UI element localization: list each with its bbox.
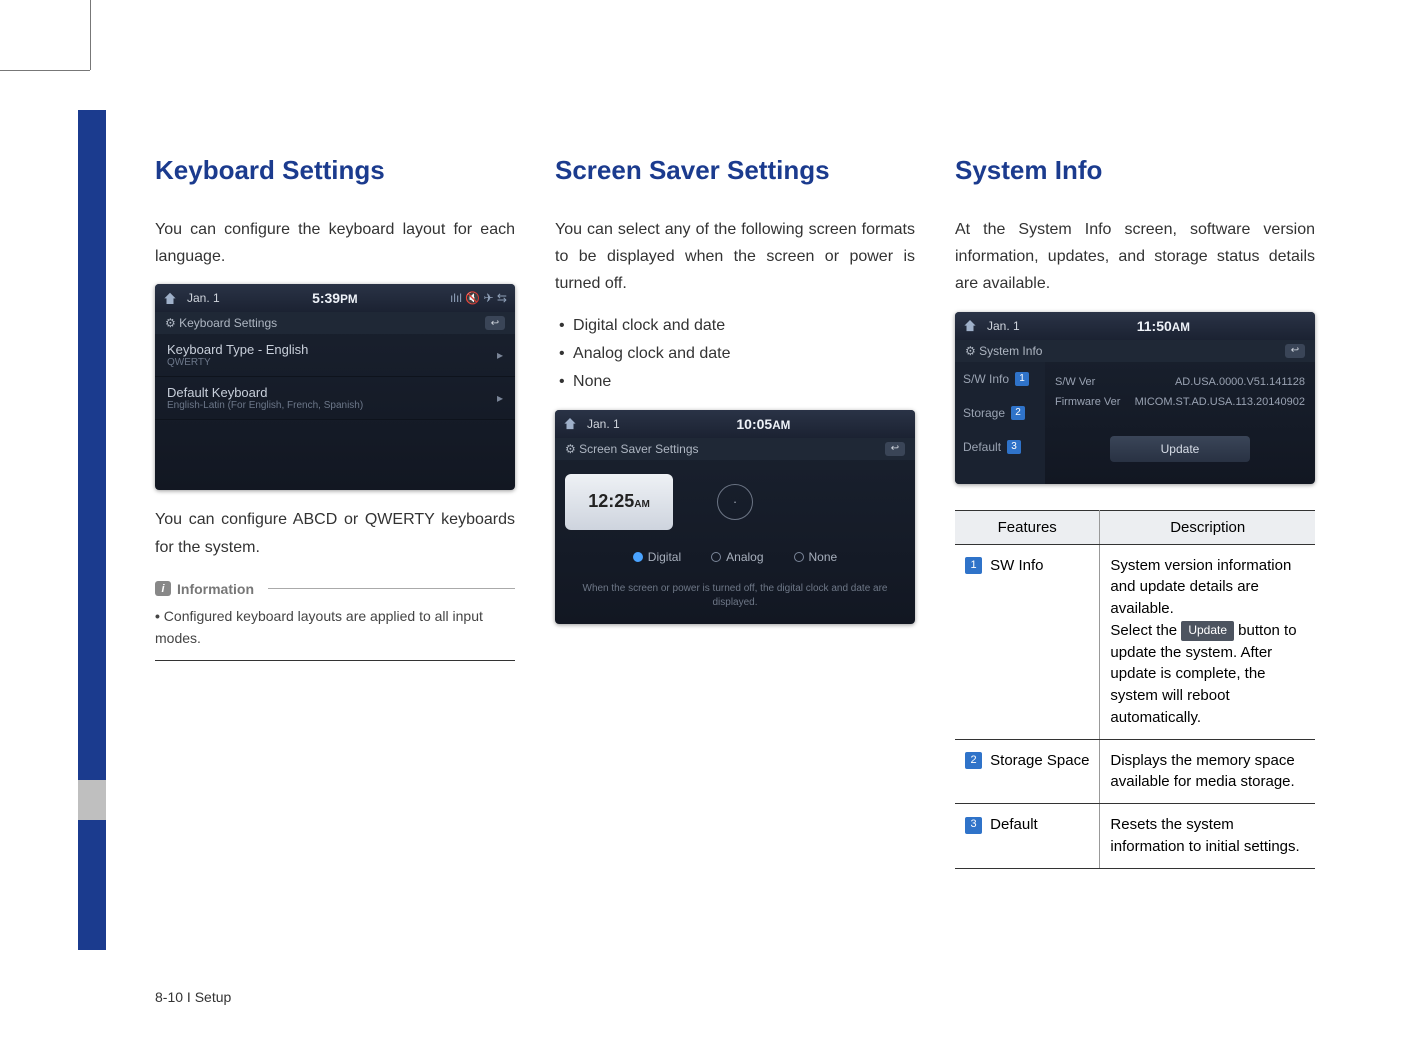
row-keyboard-type[interactable]: Keyboard Type - English QWERTY ▸ <box>155 334 515 377</box>
crop-mark-vertical <box>90 0 91 70</box>
gear-icon: Screen Saver Settings <box>565 442 699 456</box>
number-badge-2: 2 <box>965 752 982 769</box>
titlebar: Jan. 1 11:50AM <box>955 312 1315 340</box>
list-item: Digital clock and date <box>559 312 915 340</box>
screensaver-option-list: Digital clock and date Analog clock and … <box>559 312 915 396</box>
column-screen-saver: Screen Saver Settings You can select any… <box>555 155 915 955</box>
list-item: Analog clock and date <box>559 340 915 368</box>
tab-storage[interactable]: Storage2 <box>955 396 1045 430</box>
heading-system-info: System Info <box>955 155 1315 186</box>
update-button[interactable]: Update <box>1110 436 1250 462</box>
screenshot-screen-saver: Jan. 1 10:05AM Screen Saver Settings ↩ 1… <box>555 410 915 624</box>
system-info-panel: S/W Ver AD.USA.0000.V51.141128 Firmware V… <box>1045 362 1315 484</box>
page-footer: 8-10 I Setup <box>155 989 231 1005</box>
radio-digital[interactable]: Digital <box>633 550 681 564</box>
number-badge-3: 3 <box>965 817 982 834</box>
tab-default[interactable]: Default3 <box>955 430 1045 464</box>
th-description: Description <box>1100 510 1315 544</box>
th-features: Features <box>955 510 1100 544</box>
option-digital-preview[interactable]: 12:25AM <box>565 474 673 530</box>
kv-key: Firmware Ver <box>1055 396 1120 408</box>
home-icon <box>963 319 977 333</box>
paragraph-keyboard-intro: You can configure the keyboard layout fo… <box>155 216 515 270</box>
heading-screen-saver: Screen Saver Settings <box>555 155 915 186</box>
row-label: Keyboard Type - English <box>167 342 308 357</box>
titlebar-time: 11:50AM <box>1137 318 1190 334</box>
column-system-info: System Info At the System Info screen, s… <box>955 155 1315 955</box>
feature-description: Resets the system information to initial… <box>1100 804 1315 869</box>
row-sublabel: English-Latin (For English, French, Span… <box>167 400 363 411</box>
feature-description: Displays the memory space available for … <box>1100 739 1315 804</box>
column-keyboard-settings: Keyboard Settings You can configure the … <box>155 155 515 955</box>
paragraph-keyboard-abcd: You can configure ABCD or QWERTY keyboar… <box>155 506 515 560</box>
row-sublabel: QWERTY <box>167 357 308 368</box>
page-content: Keyboard Settings You can configure the … <box>155 155 1315 955</box>
home-icon <box>163 291 177 305</box>
info-icon: i <box>155 581 171 596</box>
row-default-keyboard[interactable]: Default Keyboard English-Latin (For Engl… <box>155 377 515 420</box>
feature-label: 2 Storage Space <box>955 739 1100 804</box>
page-side-bar-tab <box>78 780 106 820</box>
information-block: i Information • Configured keyboard layo… <box>155 581 515 661</box>
titlebar-time: 10:05AM <box>736 416 790 432</box>
kv-value: AD.USA.0000.V51.141128 <box>1175 376 1305 388</box>
number-badge-1: 1 <box>965 557 982 574</box>
screen-subtitle-bar: Keyboard Settings ↩ <box>155 312 515 334</box>
titlebar: Jan. 1 10:05AM <box>555 410 915 438</box>
table-row: 2 Storage Space Displays the memory spac… <box>955 739 1315 804</box>
status-icons: ılıl 🔇 ✈ ⇆ <box>450 291 507 305</box>
screensaver-note: When the screen or power is turned off, … <box>555 574 915 624</box>
feature-description: System version information and update de… <box>1100 544 1315 739</box>
feature-label: 1 SW Info <box>955 544 1100 739</box>
kv-value: MICOM.ST.AD.USA.113.20140902 <box>1135 396 1305 408</box>
kv-key: S/W Ver <box>1055 376 1095 388</box>
crop-mark-horizontal <box>0 70 90 71</box>
titlebar-time: 5:39PM <box>312 290 358 306</box>
table-row: 1 SW Info System version information and… <box>955 544 1315 739</box>
row-label: Default Keyboard <box>167 385 267 400</box>
update-chip: Update <box>1181 621 1234 640</box>
clock-icon: · <box>717 484 753 520</box>
features-table: Features Description 1 SW Info System ve… <box>955 510 1315 869</box>
list-item: None <box>559 368 915 396</box>
titlebar-date: Jan. 1 <box>987 319 1020 333</box>
back-icon[interactable]: ↩ <box>885 442 905 456</box>
screenshot-system-info: Jan. 1 11:50AM System Info ↩ S/W Info1 S… <box>955 312 1315 484</box>
page-side-bar <box>78 110 106 950</box>
screen-subtitle-bar: System Info ↩ <box>955 340 1315 362</box>
back-icon[interactable]: ↩ <box>1285 344 1305 358</box>
paragraph-system-info-intro: At the System Info screen, software vers… <box>955 216 1315 298</box>
table-header-row: Features Description <box>955 510 1315 544</box>
back-icon[interactable]: ↩ <box>485 316 505 330</box>
table-row: 3 Default Resets the system information … <box>955 804 1315 869</box>
gear-icon: Keyboard Settings <box>165 316 277 330</box>
option-analog-preview[interactable]: · <box>681 474 789 530</box>
titlebar-date: Jan. 1 <box>187 291 220 305</box>
titlebar-date: Jan. 1 <box>587 417 620 431</box>
heading-keyboard-settings: Keyboard Settings <box>155 155 515 186</box>
tab-sw-info[interactable]: S/W Info1 <box>955 362 1045 396</box>
gear-icon: System Info <box>965 344 1042 358</box>
chevron-right-icon: ▸ <box>497 348 503 362</box>
option-radio-row: Digital Analog None <box>555 544 915 574</box>
home-icon <box>563 417 577 431</box>
screen-subtitle-bar: Screen Saver Settings ↩ <box>555 438 915 460</box>
titlebar: Jan. 1 5:39PM ılıl 🔇 ✈ ⇆ <box>155 284 515 312</box>
chevron-right-icon: ▸ <box>497 391 503 405</box>
option-none-preview[interactable] <box>797 474 905 530</box>
radio-none[interactable]: None <box>794 550 838 564</box>
info-title: Information <box>177 581 254 597</box>
system-info-tabs: S/W Info1 Storage2 Default3 <box>955 362 1045 484</box>
radio-analog[interactable]: Analog <box>711 550 763 564</box>
info-bullet: • Configured keyboard layouts are applie… <box>155 605 515 661</box>
feature-label: 3 Default <box>955 804 1100 869</box>
paragraph-screensaver-intro: You can select any of the following scre… <box>555 216 915 298</box>
screenshot-keyboard-settings: Jan. 1 5:39PM ılıl 🔇 ✈ ⇆ Keyboard Settin… <box>155 284 515 490</box>
